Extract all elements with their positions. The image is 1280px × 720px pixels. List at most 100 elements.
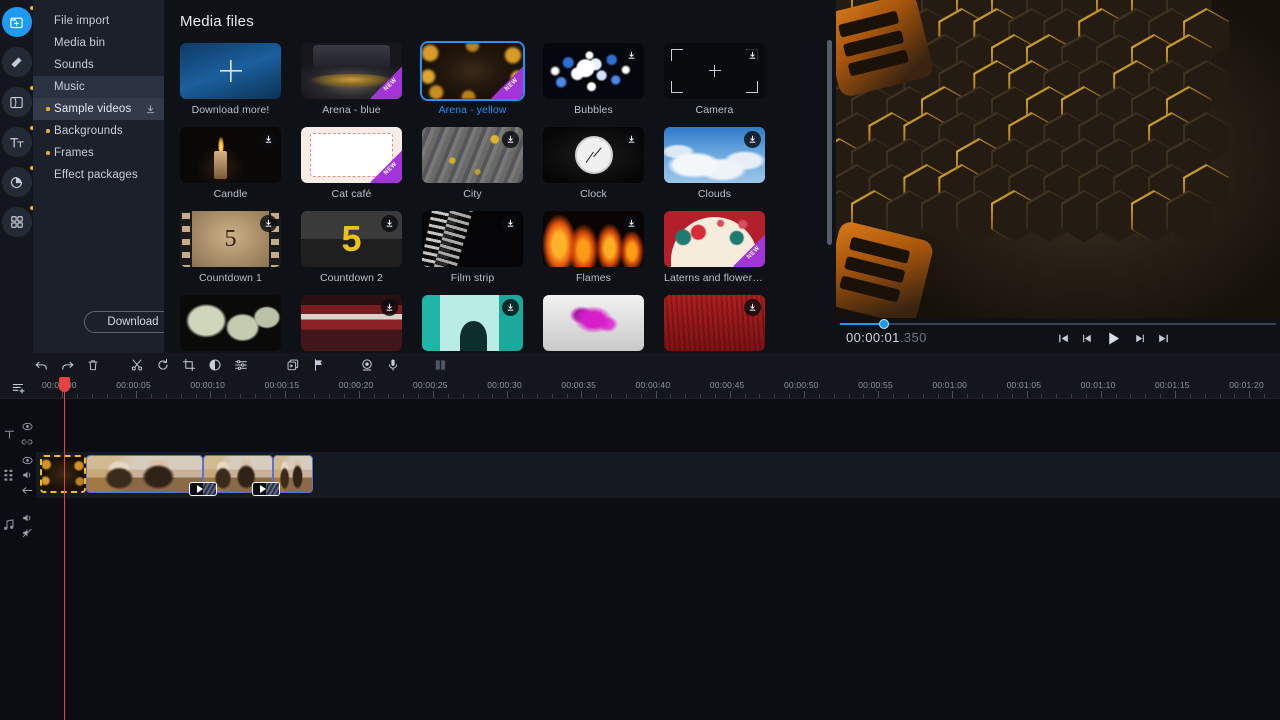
media-tile-item-17[interactable] [422, 295, 523, 353]
delete-button[interactable] [80, 353, 106, 377]
preview-video-surface[interactable] [836, 0, 1280, 318]
sidebar-item-effect-packages[interactable]: Effect packages [33, 164, 164, 186]
add-track-button[interactable] [0, 377, 36, 399]
sidebar-item-media-bin[interactable]: Media bin [33, 32, 164, 54]
previous-frame-button[interactable] [1081, 332, 1094, 345]
properties-button[interactable] [228, 353, 254, 377]
media-tile-film-strip[interactable]: Film strip [422, 211, 523, 284]
media-tile-camera[interactable]: Camera [664, 43, 765, 116]
panel-toggle-button[interactable] [428, 353, 454, 377]
title-track-visibility-icon[interactable] [20, 421, 34, 433]
media-thumbnail[interactable] [543, 43, 644, 99]
download-item-button[interactable] [502, 131, 519, 148]
video-track-visibility-icon[interactable] [20, 454, 34, 466]
media-thumbnail[interactable] [180, 295, 281, 351]
play-button[interactable] [1105, 330, 1122, 347]
clip-properties-button[interactable] [280, 353, 306, 377]
media-thumbnail[interactable] [543, 295, 644, 351]
media-tile-item-16[interactable] [301, 295, 402, 353]
media-tile-laterns-and-flowers-1[interactable]: NEW Laterns and flowers 1 [664, 211, 765, 284]
download-item-button[interactable] [744, 299, 761, 316]
media-thumbnail[interactable]: 5 [180, 211, 281, 267]
media-thumbnail[interactable] [422, 295, 523, 351]
sidebar-item-backgrounds[interactable]: Backgrounds [33, 120, 164, 142]
rail-item-stickers[interactable] [1, 166, 34, 197]
media-scrollbar[interactable] [827, 40, 832, 245]
media-tile-arena-yellow[interactable]: NEW Arena - yellow [420, 41, 525, 116]
sidebar-item-file-import[interactable]: File import [33, 10, 164, 32]
media-tile-item-15[interactable] [180, 295, 281, 353]
media-thumbnail[interactable] [180, 43, 281, 99]
media-thumbnail[interactable]: NEW [301, 127, 402, 183]
color-adjust-button[interactable] [202, 353, 228, 377]
media-thumbnail[interactable] [180, 127, 281, 183]
next-frame-button[interactable] [1133, 332, 1146, 345]
download-item-button[interactable] [623, 47, 640, 64]
timeline-ruler[interactable]: 00:00:0000:00:0500:00:1000:00:1500:00:20… [0, 377, 1280, 399]
audio-track-volume-icon[interactable] [20, 512, 34, 524]
media-thumbnail[interactable]: 5 [301, 211, 402, 267]
clip-arena-yellow[interactable] [40, 455, 86, 493]
media-thumbnail[interactable] [664, 43, 765, 99]
download-item-button[interactable] [623, 215, 640, 232]
go-to-end-button[interactable] [1157, 332, 1170, 345]
download-item-button[interactable] [744, 47, 761, 64]
media-thumbnail[interactable] [422, 211, 523, 267]
rail-item-titles[interactable] [1, 126, 34, 157]
video-track-audio-icon[interactable] [20, 469, 34, 481]
media-tile-countdown-1[interactable]: 5 Countdown 1 [180, 211, 281, 284]
download-item-button[interactable] [502, 215, 519, 232]
media-thumbnail[interactable] [664, 127, 765, 183]
media-tile-countdown-2[interactable]: 5 Countdown 2 [301, 211, 402, 284]
rail-item-transitions[interactable] [1, 86, 34, 117]
media-thumbnail[interactable] [543, 127, 644, 183]
media-tile-download-more[interactable]: Download more! [180, 43, 281, 116]
split-button[interactable] [124, 353, 150, 377]
transition-badge-2[interactable] [252, 482, 280, 496]
media-tile-arena-blue[interactable]: NEW Arena - blue [301, 43, 402, 116]
media-thumbnail[interactable]: NEW [301, 43, 402, 99]
media-thumbnail[interactable]: NEW [664, 211, 765, 267]
media-tile-clock[interactable]: Clock [543, 127, 644, 200]
media-thumbnail[interactable] [543, 211, 644, 267]
playhead-handle[interactable] [59, 377, 70, 392]
media-tile-item-19[interactable] [664, 295, 765, 353]
media-tile-candle[interactable]: Candle [180, 127, 281, 200]
crop-button[interactable] [176, 353, 202, 377]
download-item-button[interactable] [381, 215, 398, 232]
media-tile-flames[interactable]: Flames [543, 211, 644, 284]
preview-seek-bar[interactable] [836, 318, 1280, 330]
sidebar-item-sounds[interactable]: Sounds [33, 54, 164, 76]
download-item-button[interactable] [744, 131, 761, 148]
clip-video-1[interactable] [86, 455, 203, 493]
sidebar-item-sample-videos[interactable]: Sample videos [33, 98, 164, 120]
transition-badge-1[interactable] [189, 482, 217, 496]
redo-button[interactable] [54, 353, 80, 377]
media-thumbnail[interactable] [422, 127, 523, 183]
rotate-button[interactable] [150, 353, 176, 377]
download-item-button[interactable] [260, 131, 277, 148]
download-item-button[interactable] [381, 299, 398, 316]
media-thumbnail[interactable]: NEW [420, 41, 525, 101]
video-track-collapse-icon[interactable] [20, 484, 34, 496]
sidebar-item-frames[interactable]: Frames [33, 142, 164, 164]
seek-handle[interactable] [879, 319, 889, 329]
media-tile-item-18[interactable] [543, 295, 644, 353]
record-audio-button[interactable] [380, 353, 406, 377]
media-thumbnail[interactable] [301, 295, 402, 351]
media-tile-bubbles[interactable]: Bubbles [543, 43, 644, 116]
undo-button[interactable] [28, 353, 54, 377]
media-thumbnail[interactable] [664, 295, 765, 351]
rail-item-filters[interactable] [1, 47, 32, 77]
rail-item-import-media[interactable] [1, 6, 34, 37]
download-item-button[interactable] [260, 215, 277, 232]
media-tile-city[interactable]: City [422, 127, 523, 200]
sidebar-item-music[interactable]: Music [33, 76, 164, 98]
video-track-lane[interactable] [36, 452, 1280, 498]
title-track-link-icon[interactable] [20, 436, 34, 448]
marker-button[interactable] [306, 353, 332, 377]
record-video-button[interactable] [354, 353, 380, 377]
download-item-button[interactable] [502, 299, 519, 316]
rail-item-more-tools[interactable] [1, 206, 34, 237]
media-tile-clouds[interactable]: Clouds [664, 127, 765, 200]
